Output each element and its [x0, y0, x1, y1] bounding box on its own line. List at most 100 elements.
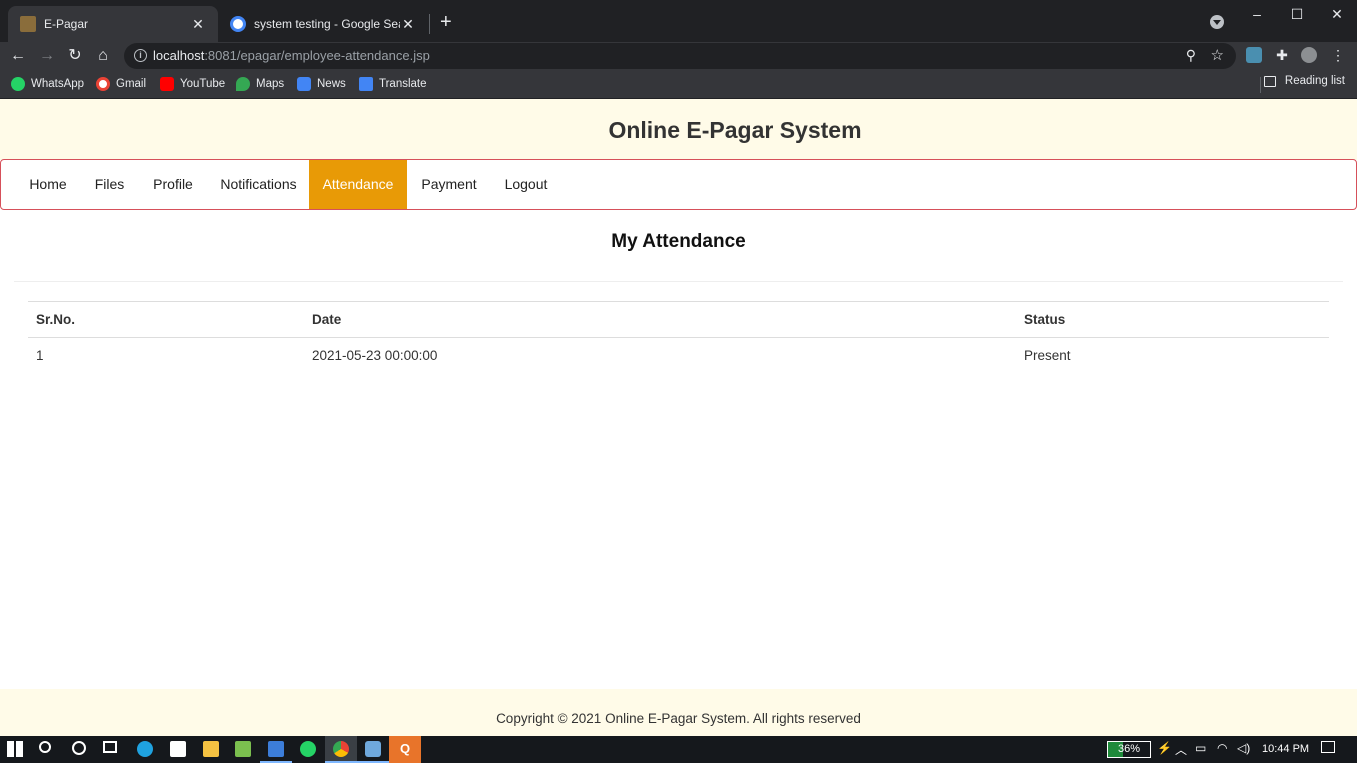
tab-title: system testing - Google Search	[254, 17, 400, 31]
bookmark-news[interactable]: News	[297, 75, 346, 93]
table-row: 1 2021-05-23 00:00:00 Present	[28, 338, 1329, 373]
divider	[14, 281, 1343, 282]
tab-strip: E-Pagar ✕ system testing - Google Search…	[0, 0, 1357, 42]
cortana-icon[interactable]	[72, 741, 86, 755]
cell-date: 2021-05-23 00:00:00	[312, 347, 438, 363]
bookmarks-separator	[1260, 77, 1261, 93]
web-page: Online E-Pagar System Home Files Profile…	[0, 99, 1357, 736]
google-icon	[96, 77, 110, 91]
news-icon	[297, 77, 311, 91]
extension-icon[interactable]	[1246, 47, 1262, 63]
column-header-status: Status	[1016, 301, 1329, 338]
volume-icon[interactable]: ◁)	[1237, 741, 1250, 755]
column-header-srno: Sr.No.	[28, 301, 304, 338]
battery-icon[interactable]: ▭	[1195, 741, 1206, 755]
site-info-icon[interactable]: i	[134, 49, 147, 62]
url-path: :8081/epagar/employee-attendance.jsp	[204, 48, 430, 63]
windows-taskbar: Q 36% ⚡ ︿ ▭ ◠ ◁) 10:44 PM	[0, 736, 1357, 763]
taskbar-clock[interactable]: 10:44 PM	[1262, 743, 1309, 755]
windows-start-icon[interactable]	[7, 741, 23, 757]
tab-google-search[interactable]: system testing - Google Search ✕	[218, 6, 428, 42]
nav-files[interactable]: Files	[80, 160, 139, 209]
bookmark-youtube[interactable]: YouTube	[160, 75, 225, 93]
bookmark-label: Gmail	[116, 78, 147, 90]
epagar-favicon-icon	[20, 16, 36, 32]
back-icon[interactable]: ←	[8, 46, 28, 66]
maximize-icon[interactable]: ☐	[1277, 4, 1317, 28]
task-view-icon[interactable]	[103, 741, 117, 753]
translate-icon	[359, 77, 373, 91]
search-icon[interactable]	[39, 741, 51, 753]
close-tab-icon[interactable]: ✕	[400, 16, 416, 33]
nav-payment[interactable]: Payment	[407, 160, 491, 209]
bookmark-star-icon[interactable]: ☆	[1211, 46, 1224, 64]
tab-search-icon[interactable]	[1210, 15, 1224, 29]
bookmark-gmail[interactable]: Gmail	[96, 75, 146, 93]
nav-profile[interactable]: Profile	[139, 160, 207, 209]
address-bar[interactable]: i localhost:8081/epagar/employee-attenda…	[124, 43, 1236, 69]
cell-status: Present	[1024, 347, 1071, 363]
tab-epagar[interactable]: E-Pagar ✕	[8, 6, 218, 42]
puzzle-extensions-icon[interactable]: ✚	[1274, 47, 1290, 63]
bookmark-label: Maps	[256, 78, 285, 90]
page-heading: My Attendance	[611, 231, 746, 252]
bookmark-maps[interactable]: Maps	[236, 75, 284, 93]
forward-icon[interactable]: →	[37, 46, 57, 66]
menu-dots-icon[interactable]: ⋮	[1330, 47, 1346, 63]
minimize-icon[interactable]: –	[1237, 4, 1277, 28]
close-window-icon[interactable]: ✕	[1317, 4, 1357, 28]
table-header-row: Sr.No. Date Status	[28, 301, 1329, 338]
nav-logout[interactable]: Logout	[491, 160, 561, 209]
tab-title: E-Pagar	[44, 17, 89, 31]
q-app-icon[interactable]: Q	[397, 741, 413, 757]
url-host: localhost	[153, 48, 205, 63]
youtube-icon	[160, 77, 174, 91]
browser-toolbar: ← → ↻ ⌂ i localhost:8081/epagar/employee…	[0, 42, 1357, 70]
app-cube-icon[interactable]	[365, 741, 381, 757]
copyright-text: Copyright © 2021 Online E-Pagar System. …	[496, 711, 861, 726]
nav-attendance[interactable]: Attendance	[309, 160, 407, 209]
bookmark-translate[interactable]: Translate	[359, 75, 427, 93]
home-icon[interactable]: ⌂	[93, 46, 113, 66]
notifications-icon[interactable]	[1321, 741, 1335, 753]
bookmark-label: YouTube	[180, 78, 226, 90]
notepad-icon[interactable]	[235, 741, 251, 757]
cell-srno: 1	[36, 347, 44, 363]
google-favicon-icon	[230, 16, 246, 32]
site-header: Online E-Pagar System	[0, 99, 1357, 160]
main-navbar: Home Files Profile Notifications Attenda…	[0, 159, 1357, 210]
edge-icon[interactable]	[137, 741, 153, 757]
bookmark-label: News	[317, 78, 346, 90]
bookmarks-bar: WhatsApp Gmail YouTube Maps News Transla…	[0, 70, 1357, 99]
profile-avatar[interactable]	[1301, 47, 1317, 63]
nav-notifications[interactable]: Notifications	[207, 160, 310, 209]
store-icon[interactable]	[170, 741, 186, 757]
attendance-table: Sr.No. Date Status 1 2021-05-23 00:00:00…	[28, 301, 1329, 373]
reading-list-button[interactable]: Reading list	[1263, 75, 1345, 87]
whatsapp-icon	[11, 77, 25, 91]
bookmark-label: Translate	[379, 78, 427, 90]
nav-home[interactable]: Home	[16, 160, 80, 209]
battery-indicator[interactable]: 36%	[1107, 741, 1151, 758]
file-explorer-icon[interactable]	[203, 741, 219, 757]
close-tab-icon[interactable]: ✕	[190, 16, 206, 33]
bookmark-label: WhatsApp	[31, 78, 85, 90]
wifi-icon[interactable]: ◠	[1217, 741, 1227, 755]
reading-list-icon	[1263, 75, 1276, 87]
reading-list-label: Reading list	[1284, 75, 1345, 87]
url-text[interactable]: localhost:8081/epagar/employee-attendanc…	[153, 48, 430, 63]
show-hidden-icons-icon[interactable]: ︿	[1175, 741, 1187, 758]
reload-icon[interactable]: ↻	[65, 46, 85, 66]
battery-percent: 36%	[1117, 743, 1141, 755]
zoom-icon[interactable]: ⚲	[1186, 47, 1196, 64]
column-header-date: Date	[304, 301, 1016, 338]
new-tab-icon[interactable]: +	[440, 12, 452, 32]
whatsapp-app-icon[interactable]	[300, 741, 316, 757]
maps-icon	[236, 77, 250, 91]
word-icon[interactable]	[268, 741, 284, 757]
tab-separator	[429, 14, 430, 34]
charging-icon: ⚡	[1157, 741, 1172, 755]
bookmark-whatsapp[interactable]: WhatsApp	[11, 75, 84, 93]
chrome-icon[interactable]	[333, 741, 349, 757]
site-title: Online E-Pagar System	[608, 117, 862, 143]
